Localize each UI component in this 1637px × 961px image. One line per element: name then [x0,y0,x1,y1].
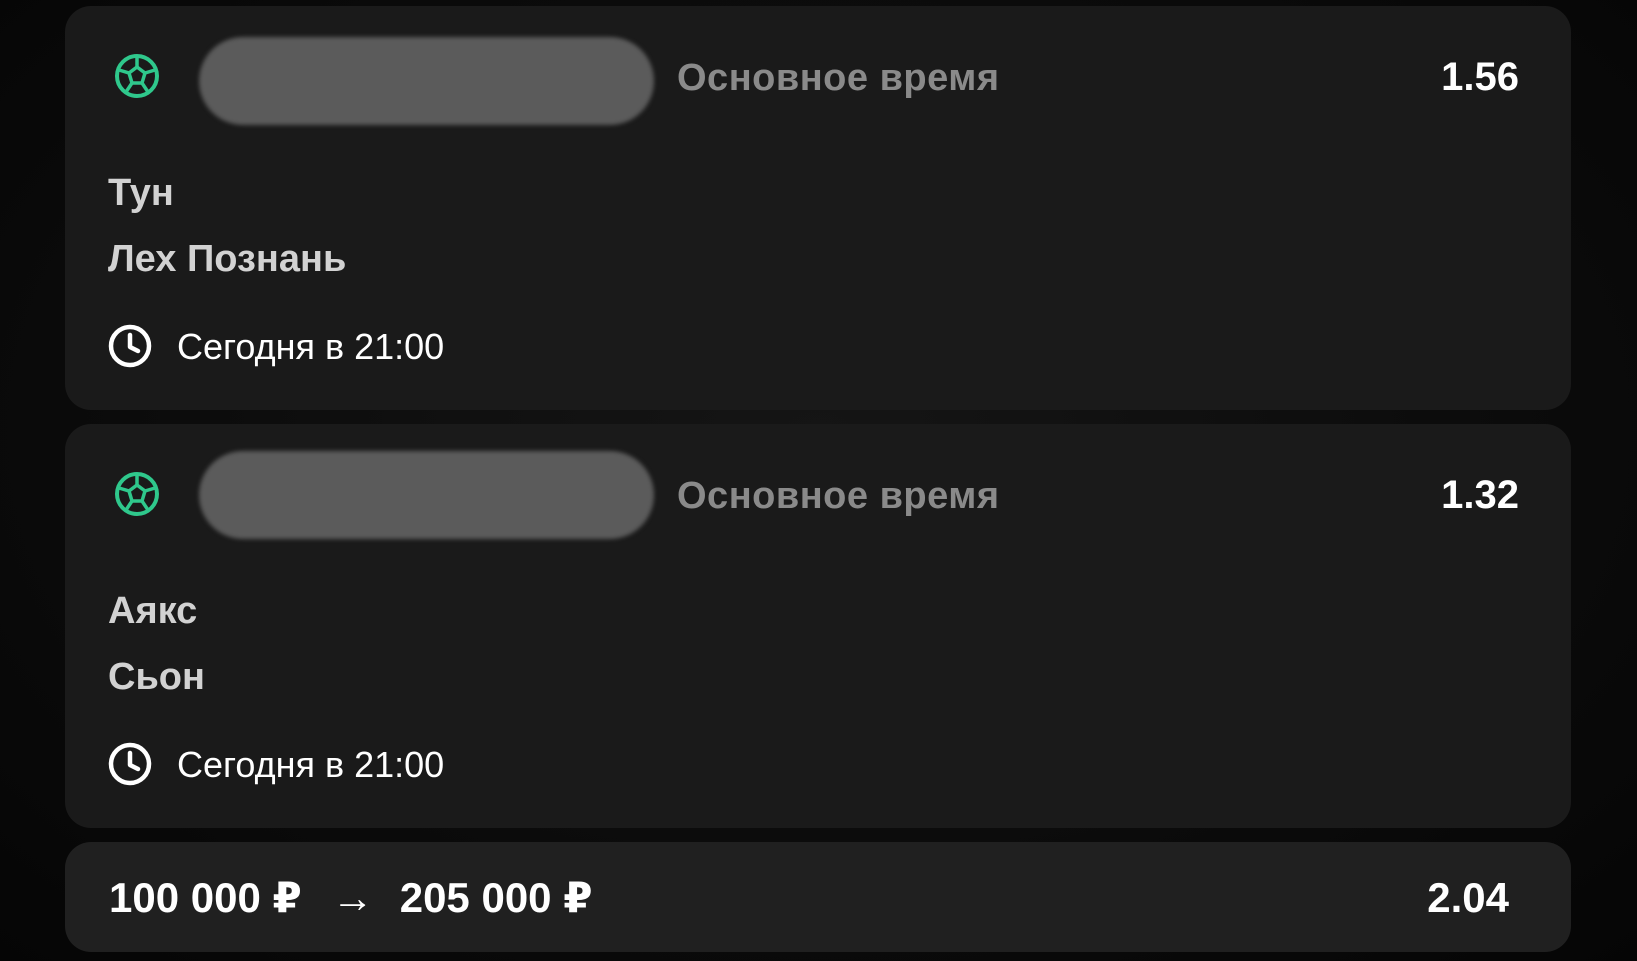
league-name-redacted [199,451,654,539]
bet-card[interactable]: Основное время 1.56 Тун Лех Познань Сего… [65,6,1571,410]
match-time: Сегодня в 21:00 [177,326,445,367]
home-team: Тун [108,172,174,214]
payout-amount: 205 000 ₽ [399,874,593,921]
clock-icon [108,324,152,368]
market-label: Основное время [677,57,1000,99]
odds-value: 1.56 [1441,55,1519,99]
match-time: Сегодня в 21:00 [177,744,445,785]
total-odds: 2.04 [1427,874,1509,921]
market-label: Основное время [677,475,1000,517]
odds-value: 1.32 [1441,473,1519,517]
clock-icon [108,742,152,786]
away-team: Сьон [108,656,205,698]
soccer-ball-icon [115,472,159,516]
bet-card[interactable]: Основное время 1.32 Аякс Сьон Сегодня в … [65,424,1571,828]
stake-to-payout: 100 000 ₽ → 205 000 ₽ [109,877,592,919]
stake-amount: 100 000 ₽ [109,874,302,921]
bet-summary[interactable]: 100 000 ₽ → 205 000 ₽ 2.04 [65,842,1571,952]
arrow-right-icon: → [331,874,374,921]
soccer-ball-icon [115,54,159,98]
league-name-redacted [199,37,654,125]
home-team: Аякс [108,590,198,632]
away-team: Лех Познань [108,238,347,280]
